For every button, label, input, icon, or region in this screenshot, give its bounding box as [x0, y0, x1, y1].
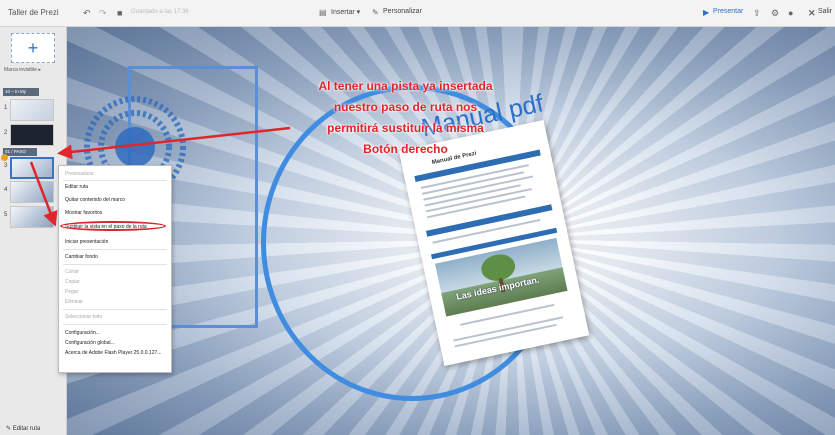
- arrow-to-step: [57, 126, 291, 160]
- annotation-arrows: [29, 126, 291, 227]
- arrow-to-menu-item: [29, 161, 58, 227]
